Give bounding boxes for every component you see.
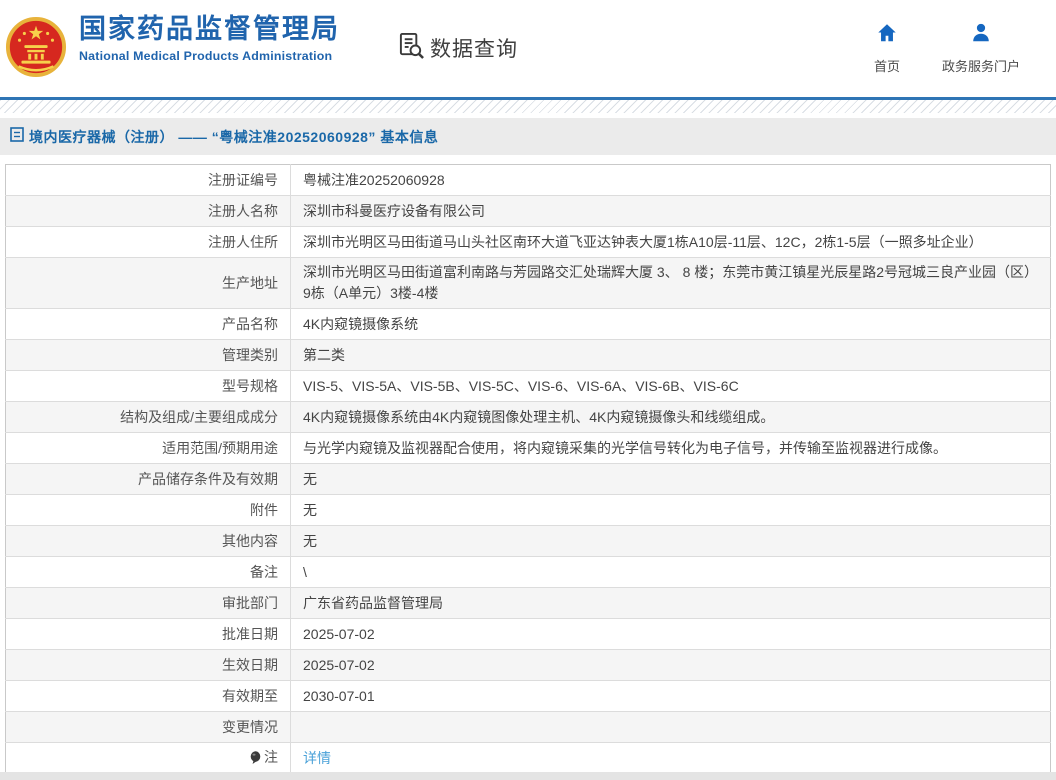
- home-label: 首页: [873, 59, 900, 74]
- registration-detail-table: 注册证编号 粤械注准20252060928 注册人名称 深圳市科曼医疗设备有限公司 …: [5, 164, 1051, 775]
- table-row: 审批部门 广东省药品监督管理局: [5, 587, 1051, 619]
- row-value: [291, 712, 1051, 743]
- row-label: 注册人住所: [5, 226, 291, 258]
- row-label: 结构及组成/主要组成成分: [5, 401, 291, 433]
- brand-block: 国家药品监督管理局 National Medical Products Admi…: [79, 14, 340, 63]
- document-search-icon: [398, 32, 425, 64]
- breadcrumb: 境内医疗器械（注册） —— “粤械注准20252060928” 基本信息: [0, 118, 1056, 155]
- national-emblem-logo: [5, 16, 67, 78]
- table-row: 生效日期 2025-07-02: [5, 649, 1051, 681]
- table-row: 变更情况: [5, 711, 1051, 743]
- table-row: 产品名称 4K内窥镜摄像系统: [5, 308, 1051, 340]
- nav-home[interactable]: 首页: [874, 22, 900, 75]
- data-query-label: 数据查询: [430, 38, 518, 61]
- row-label: 审批部门: [5, 587, 291, 619]
- table-row: 适用范围/预期用途 与光学内窥镜及监视器配合使用，将内窥镜采集的光学信号转化为电子…: [5, 432, 1051, 464]
- table-row: 注册人名称 深圳市科曼医疗设备有限公司: [5, 195, 1051, 227]
- row-value: 2025-07-02: [303, 656, 375, 673]
- table-row: 注册证编号 粤械注准20252060928: [5, 164, 1051, 196]
- row-label: 附件: [5, 494, 291, 526]
- note-pin-icon: [250, 749, 261, 770]
- page-bottom-strip: [0, 772, 1056, 780]
- row-value: VIS-5、VIS-5A、VIS-5B、VIS-5C、VIS-6、VIS-6A、…: [303, 377, 739, 394]
- row-label: 有效期至: [5, 680, 291, 712]
- row-label: 型号规格: [5, 370, 291, 402]
- row-value: 深圳市科曼医疗设备有限公司: [303, 202, 485, 219]
- row-label: 变更情况: [5, 711, 291, 743]
- row-label: 适用范围/预期用途: [5, 432, 291, 464]
- agency-title: 国家药品监督管理局: [79, 14, 340, 44]
- row-value: 与光学内窥镜及监视器配合使用，将内窥镜采集的光学信号转化为电子信号，并传输至监视…: [303, 439, 947, 456]
- row-value: 粤械注准20252060928: [303, 171, 445, 188]
- nav-portal[interactable]: 政务服务门户: [942, 22, 1020, 75]
- row-value: 4K内窥镜摄像系统: [303, 315, 419, 332]
- row-value: 无: [303, 501, 317, 518]
- table-row: 备注 \: [5, 556, 1051, 588]
- row-value: 2025-07-02: [303, 625, 375, 642]
- row-label: 备注: [5, 556, 291, 588]
- row-label: 批准日期: [5, 618, 291, 650]
- row-label: 注册证编号: [5, 164, 291, 196]
- list-icon: [10, 126, 24, 147]
- hatched-divider: [0, 100, 1056, 113]
- table-row: 管理类别 第二类: [5, 339, 1051, 371]
- row-value: 无: [303, 532, 317, 549]
- portal-label: 政务服务门户: [941, 59, 1020, 74]
- table-row: 其他内容无: [5, 525, 1051, 557]
- table-row: 型号规格 VIS-5、VIS-5A、VIS-5B、VIS-5C、VIS-6、VIS…: [5, 370, 1051, 402]
- row-value: 深圳市光明区马田街道马山头社区南环大道飞亚达钟表大厦1栋A10层-11层、12C…: [303, 233, 983, 250]
- row-label: 产品名称: [5, 308, 291, 340]
- row-label-note: 注: [5, 742, 291, 775]
- table-row: 注册人住所 深圳市光明区马田街道马山头社区南环大道飞亚达钟表大厦1栋A10层-11…: [5, 226, 1051, 258]
- table-row: 生产地址 深圳市光明区马田街道富利南路与芳园路交汇处瑞辉大厦 3、 8 楼；东莞市…: [5, 257, 1051, 309]
- agency-subtitle: National Medical Products Administration: [79, 49, 333, 64]
- row-label: 产品储存条件及有效期: [5, 463, 291, 495]
- row-value: 深圳市光明区马田街道富利南路与芳园路交汇处瑞辉大厦 3、 8 楼；东莞市黄江镇星…: [303, 264, 1032, 301]
- page: 国家药品监督管理局 National Medical Products Admi…: [0, 0, 1056, 780]
- breadcrumb-title: 境内医疗器械（注册） —— “粤械注准20252060928” 基本信息: [29, 128, 439, 145]
- table-row: 有效期至 2030-07-01: [5, 680, 1051, 712]
- row-value: 4K内窥镜摄像系统由4K内窥镜图像处理主机、4K内窥镜摄像头和线缆组成。: [303, 408, 775, 425]
- row-label: 其他内容: [5, 525, 291, 557]
- home-icon: [876, 22, 898, 49]
- row-value: \: [303, 563, 307, 580]
- table-row: 结构及组成/主要组成成分 4K内窥镜摄像系统由4K内窥镜图像处理主机、4K内窥镜摄…: [5, 401, 1051, 433]
- data-query-nav[interactable]: 数据查询: [398, 32, 518, 64]
- table-row: 产品储存条件及有效期无: [5, 463, 1051, 495]
- row-label: 管理类别: [5, 339, 291, 371]
- row-value: 广东省药品监督管理局: [303, 594, 443, 611]
- row-value: 第二类: [303, 346, 345, 363]
- table-row: 附件无: [5, 494, 1051, 526]
- table-row: 注 详情: [5, 742, 1051, 775]
- row-label: 生效日期: [5, 649, 291, 681]
- row-value: 无: [303, 470, 317, 487]
- row-value: 2030-07-01: [303, 687, 375, 704]
- person-icon: [970, 22, 992, 49]
- site-header: 国家药品监督管理局 National Medical Products Admi…: [0, 0, 1056, 97]
- row-label: 生产地址: [5, 257, 291, 309]
- row-label: 注册人名称: [5, 195, 291, 227]
- table-row: 批准日期 2025-07-02: [5, 618, 1051, 650]
- row-label: 注: [264, 749, 278, 765]
- top-nav: 首页 政务服务门户: [874, 22, 1036, 75]
- note-detail-link[interactable]: 详情: [303, 750, 331, 766]
